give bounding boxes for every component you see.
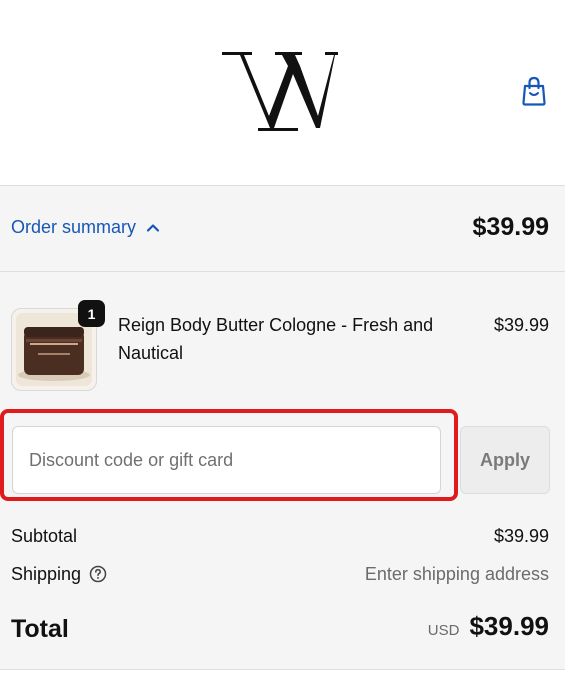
total-amount-group: USD $39.99	[428, 611, 549, 642]
apply-discount-button[interactable]: Apply	[460, 426, 550, 494]
logo-w-icon	[222, 52, 338, 131]
subtotal-row: Subtotal $39.99	[11, 522, 549, 550]
order-summary-total: $39.99	[472, 213, 549, 241]
product-thumbnail: 1	[11, 300, 105, 391]
shipping-row: Shipping Enter shipping address	[11, 560, 549, 588]
total-row: Total USD $39.99	[11, 611, 549, 651]
quantity-badge: 1	[78, 300, 105, 327]
chevron-up-icon	[146, 224, 160, 232]
store-logo[interactable]	[222, 44, 338, 136]
order-summary-toggle[interactable]: Order summary	[11, 217, 160, 238]
total-value: $39.99	[469, 611, 549, 641]
order-summary-panel: Order summary $39.99 1 Reign Body Butter…	[0, 185, 565, 670]
currency-code: USD	[427, 622, 460, 639]
product-name: Reign Body Butter Cologne - Fresh and Na…	[118, 315, 434, 363]
subtotal-value: $39.99	[493, 526, 549, 546]
shipping-label-group: Shipping	[11, 560, 107, 588]
product-price: $39.99	[493, 315, 549, 335]
subtotal-label: Subtotal	[11, 526, 78, 546]
line-item: 1 Reign Body Butter Cologne - Fresh and …	[11, 300, 549, 395]
help-circle-icon[interactable]	[89, 565, 107, 583]
discount-code-input[interactable]	[12, 426, 441, 494]
shipping-label: Shipping	[11, 564, 82, 584]
cart-button[interactable]	[517, 74, 551, 108]
total-label: Total	[11, 615, 69, 643]
order-summary-toggle-row: Order summary $39.99	[0, 186, 565, 272]
checkout-header	[0, 0, 565, 185]
shipping-value: Enter shipping address	[364, 564, 549, 584]
shopping-bag-icon	[522, 76, 546, 106]
order-summary-label: Order summary	[11, 217, 137, 237]
